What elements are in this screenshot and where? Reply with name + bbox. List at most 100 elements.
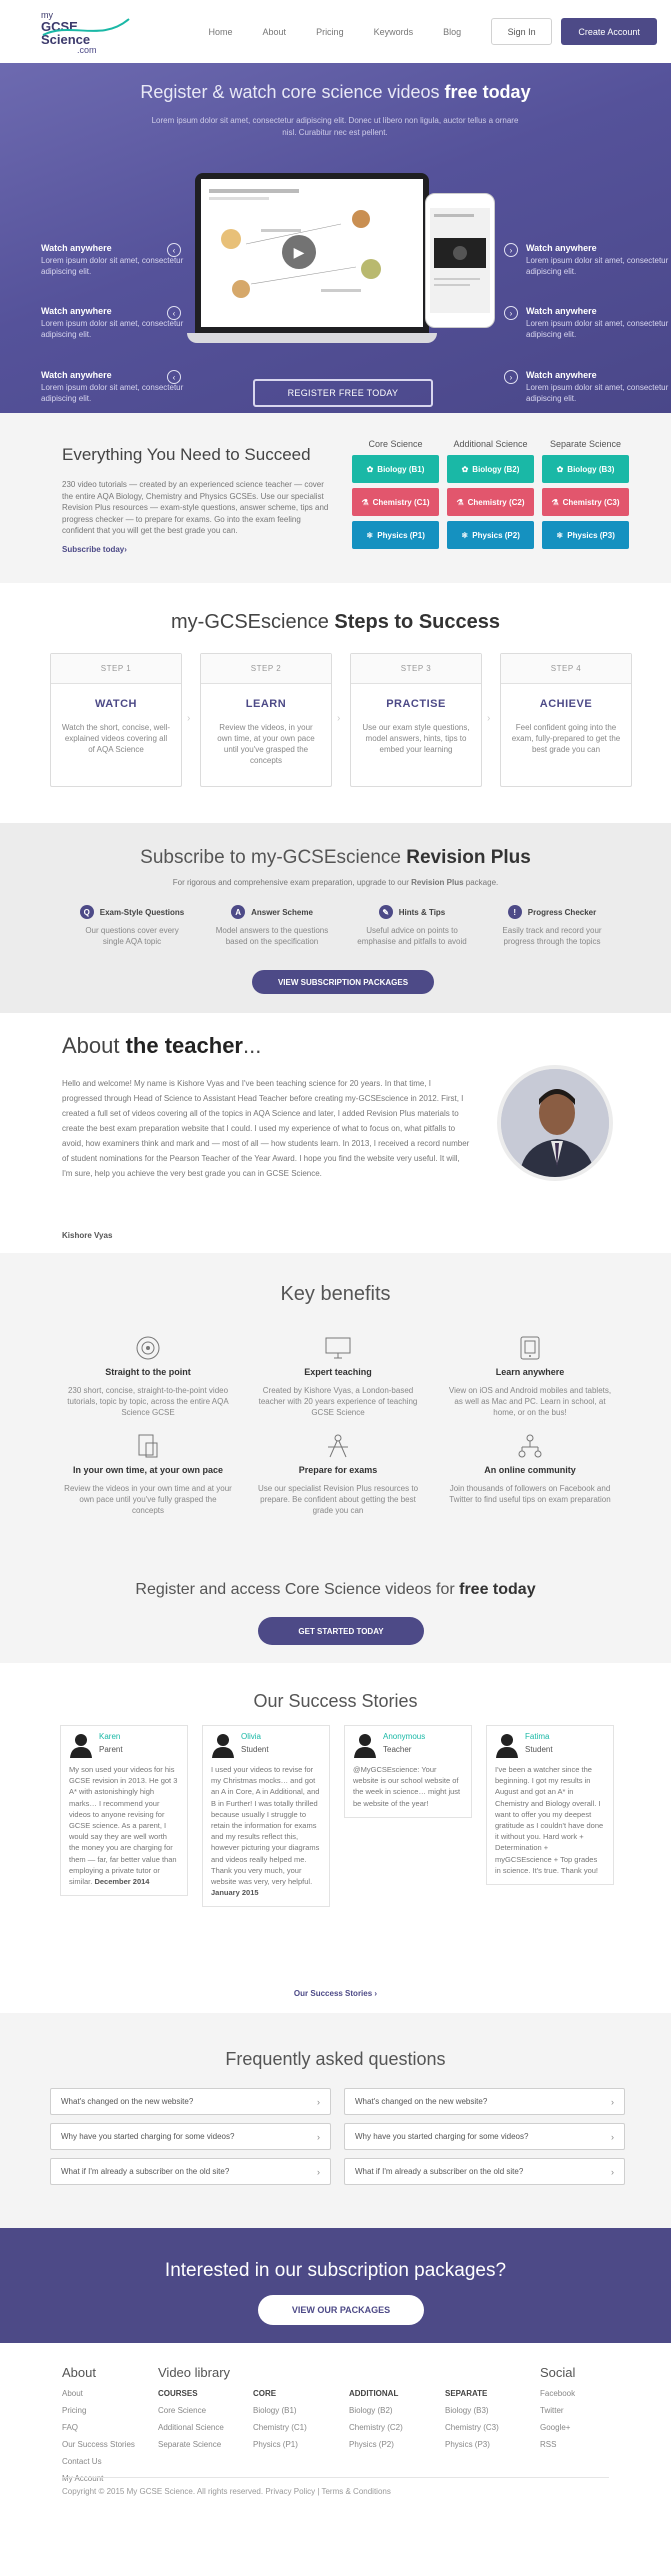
course-physics-p2[interactable]: ⚛ Physics (P2) [447, 521, 534, 549]
step-desc: Use our exam style questions, model answ… [362, 723, 470, 754]
footer-link[interactable]: Our Success Stories [62, 2436, 135, 2453]
chevron-right-icon[interactable]: › [504, 370, 518, 384]
benefit-title: An online community [484, 1465, 576, 1475]
footer-link[interactable]: Biology (B1) [253, 2402, 307, 2419]
footer-link-rss[interactable]: RSS [540, 2436, 575, 2453]
site-logo[interactable]: my GCSE Science .com [41, 10, 130, 54]
story-meta: Karen Parent [99, 1732, 123, 1754]
benefit-desc: Review the videos in your own time and a… [64, 1484, 232, 1515]
benefit-desc: View on iOS and Android mobiles and tabl… [448, 1386, 612, 1417]
atom-icon: ⚛ [461, 530, 469, 540]
nav-blog[interactable]: Blog [443, 27, 461, 37]
footer-link[interactable]: Physics (P2) [349, 2436, 403, 2453]
course-chemistry-c2[interactable]: ⚗ Chemistry (C2) [447, 488, 534, 516]
course-biology-b3[interactable]: ✿ Biology (B3) [542, 455, 629, 483]
footer-library-col: COURSES Core Science Additional Science … [158, 2385, 224, 2453]
story-name: Anonymous [383, 1732, 426, 1741]
course-physics-p3[interactable]: ⚛ Physics (P3) [542, 521, 629, 549]
footer-link-google-plus[interactable]: Google+ [540, 2419, 575, 2436]
story-text: I used your videos to revise for my Chri… [211, 1764, 321, 1898]
nav-pricing[interactable]: Pricing [316, 27, 344, 37]
benefit-title: Prepare for exams [298, 1465, 378, 1475]
chevron-right-icon: › [317, 2096, 320, 2107]
chevron-right-icon: › [317, 2131, 320, 2142]
devices-icon [432, 1333, 628, 1363]
course-chemistry-c3[interactable]: ⚗ Chemistry (C3) [542, 488, 629, 516]
get-started-today-button[interactable]: GET STARTED TODAY [258, 1617, 424, 1645]
teacher-portrait [501, 1069, 609, 1177]
faq-item[interactable]: What's changed on the new website? › [344, 2088, 625, 2115]
sub-text-end: package. [463, 878, 499, 887]
footer-link[interactable]: Biology (B3) [445, 2402, 499, 2419]
story-body: My son used your videos for his GCSE rev… [69, 1765, 178, 1887]
footer-link[interactable]: Separate Science [158, 2436, 224, 2453]
course-biology-b2[interactable]: ✿ Biology (B2) [447, 455, 534, 483]
create-account-button[interactable]: Create Account [561, 18, 658, 45]
faq-item[interactable]: What's changed on the new website? › [50, 2088, 331, 2115]
footer-link[interactable]: Pricing [62, 2402, 135, 2419]
sub-bold: Revision Plus [411, 878, 464, 887]
nav-about[interactable]: About [263, 27, 287, 37]
faq-item[interactable]: Why have you started charging for some v… [344, 2123, 625, 2150]
our-success-stories-link[interactable]: Our Success Stories › [0, 1989, 671, 1998]
chevron-right-icon[interactable]: › [504, 243, 518, 257]
sign-in-button[interactable]: Sign In [491, 18, 553, 45]
footer-divider [62, 2477, 609, 2478]
step-number: STEP 1 [51, 654, 181, 684]
laptop-base [187, 333, 437, 343]
chevron-left-icon[interactable]: ‹ [167, 306, 181, 320]
faq-item[interactable]: What if I'm already a subscriber on the … [50, 2158, 331, 2185]
chevron-right-icon[interactable]: › [504, 306, 518, 320]
chevron-right-icon: › [611, 2131, 614, 2142]
view-our-packages-button[interactable]: VIEW OUR PACKAGES [258, 2295, 424, 2325]
feature-desc: Lorem ipsum dolor sit amet, consectetur … [41, 383, 184, 403]
course-physics-p1[interactable]: ⚛ Physics (P1) [352, 521, 439, 549]
footer-library-col: ADDITIONAL Biology (B2) Chemistry (C2) P… [349, 2385, 403, 2453]
course-label: Biology (B1) [377, 464, 425, 474]
about-title-bold: the teacher [125, 1033, 243, 1058]
story-date: December 2014 [94, 1877, 150, 1887]
play-icon[interactable]: ▶ [282, 235, 316, 269]
register-headline: Register and access Core Science videos … [0, 1581, 671, 1599]
leaf-icon: ✿ [556, 464, 564, 474]
view-subscription-packages-button[interactable]: VIEW SUBSCRIPTION PACKAGES [252, 970, 434, 994]
register-free-today-button[interactable]: REGISTER FREE TODAY [253, 379, 433, 407]
chevron-left-icon[interactable]: ‹ [167, 243, 181, 257]
subscribe-today-link[interactable]: Subscribe today› [62, 545, 127, 554]
story-card: Karen Parent My son used your videos for… [60, 1725, 188, 1897]
faq-item[interactable]: What if I'm already a subscriber on the … [344, 2158, 625, 2185]
flask-icon: ⚗ [361, 497, 369, 507]
step-name: ACHIEVE [539, 698, 593, 710]
faq-item[interactable]: Why have you started charging for some v… [50, 2123, 331, 2150]
footer-link[interactable]: About [62, 2385, 135, 2402]
feature-desc: Lorem ipsum dolor sit amet, consectetur … [526, 256, 669, 276]
footer-link[interactable]: Core Science [158, 2402, 224, 2419]
chevron-left-icon[interactable]: ‹ [167, 370, 181, 384]
network-icon [432, 1431, 628, 1461]
story-header: Olivia Student [211, 1732, 321, 1758]
revision-plus-title: Subscribe to my-GCSEscience Revision Plu… [0, 847, 671, 869]
course-biology-b1[interactable]: ✿ Biology (B1) [352, 455, 439, 483]
footer-link[interactable]: Additional Science [158, 2419, 224, 2436]
nav-home[interactable]: Home [209, 27, 233, 37]
course-chemistry-c1[interactable]: ⚗ Chemistry (C1) [352, 488, 439, 516]
flask-icon: ⚗ [456, 497, 464, 507]
footer-link[interactable]: Chemistry (C3) [445, 2419, 499, 2436]
step-name: LEARN [245, 698, 287, 710]
stories-title: Our Success Stories [253, 1691, 418, 1711]
footer-link[interactable]: Chemistry (C2) [349, 2419, 403, 2436]
footer-link[interactable]: Biology (B2) [349, 2402, 403, 2419]
footer-link-facebook[interactable]: Facebook [540, 2385, 575, 2402]
footer-link[interactable]: Physics (P3) [445, 2436, 499, 2453]
footer-link[interactable]: Physics (P1) [253, 2436, 307, 2453]
phone-screen [430, 208, 490, 313]
footer-link[interactable]: Chemistry (C1) [253, 2419, 307, 2436]
plus-feature-desc: Model answers to the questions based on … [215, 926, 329, 946]
footer-link[interactable]: FAQ [62, 2419, 135, 2436]
footer-link-twitter[interactable]: Twitter [540, 2402, 575, 2419]
footer-link[interactable]: Contact Us [62, 2453, 135, 2470]
nav-keywords[interactable]: Keywords [374, 27, 414, 37]
feature-watch-anywhere-right-1: Watch anywhere Lorem ipsum dolor sit ame… [526, 243, 671, 277]
story-header: Anonymous Teacher [353, 1732, 463, 1758]
footer-link[interactable]: My Account [62, 2470, 135, 2487]
